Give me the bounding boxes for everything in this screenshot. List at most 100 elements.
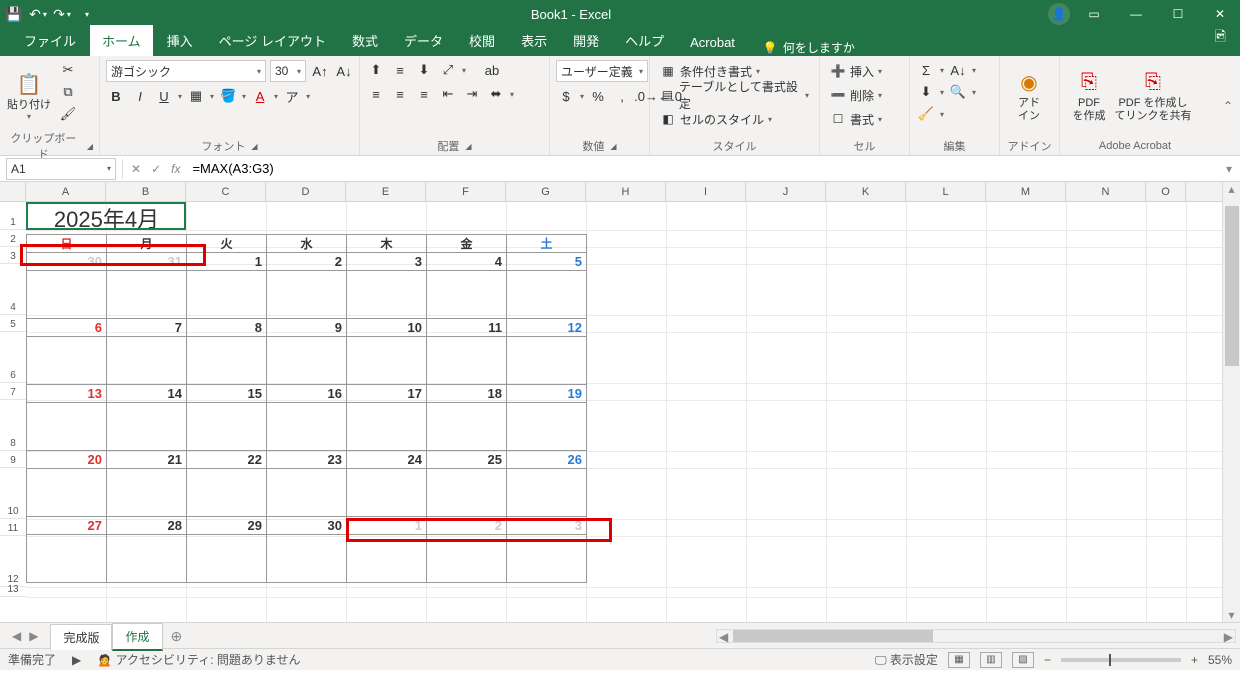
row-header-12[interactable]: 12 — [0, 536, 26, 587]
display-settings-button[interactable]: 🖵 表示設定 — [875, 651, 938, 668]
tab-page-layout[interactable]: ページ レイアウト — [207, 25, 338, 56]
increase-font-icon[interactable]: A↑ — [310, 61, 330, 81]
font-name-combo[interactable]: 游ゴシック▾ — [106, 60, 266, 82]
fill-color-icon[interactable]: 🪣 — [218, 86, 238, 106]
worksheet-grid[interactable]: ABCDEFGHIJKLMNO 12345678910111213 2025年4… — [0, 182, 1240, 622]
share-pdf-button[interactable]: ⎘PDF を作成し てリンクを共有 — [1118, 60, 1188, 132]
create-pdf-button[interactable]: ⎘PDF を作成 — [1066, 60, 1112, 132]
zoom-out-button[interactable]: − — [1044, 653, 1051, 667]
vertical-scrollbar[interactable]: ▴ ▾ — [1222, 182, 1240, 622]
row-header-4[interactable]: 4 — [0, 264, 26, 315]
autosum-icon[interactable]: Σ — [916, 60, 936, 80]
orientation-icon[interactable]: ⤢ — [438, 60, 458, 80]
sheet-tab-1[interactable]: 作成 — [112, 623, 162, 651]
addins-button[interactable]: ◉アド イン — [1006, 60, 1052, 132]
align-left-icon[interactable]: ≡ — [366, 84, 386, 104]
tab-formulas[interactable]: 数式 — [340, 25, 390, 56]
percent-icon[interactable]: % — [588, 86, 608, 106]
cancel-formula-icon[interactable]: ✕ — [131, 162, 141, 176]
column-header-N[interactable]: N — [1066, 182, 1146, 201]
decrease-indent-icon[interactable]: ⇤ — [438, 84, 458, 104]
zoom-level[interactable]: 55% — [1208, 653, 1232, 667]
bold-button[interactable]: B — [106, 86, 126, 106]
comma-icon[interactable]: , — [612, 86, 632, 106]
sheet-tab-0[interactable]: 完成版 — [50, 624, 112, 650]
collapse-ribbon-icon[interactable]: ⌃ — [1216, 56, 1240, 155]
paste-button[interactable]: 📋 貼り付け ▾ — [6, 60, 52, 132]
align-center-icon[interactable]: ≡ — [390, 84, 410, 104]
tab-review[interactable]: 校閲 — [457, 25, 507, 56]
undo-icon[interactable]: ↶▾ — [30, 6, 46, 22]
hscroll-thumb[interactable] — [733, 630, 933, 642]
tab-insert[interactable]: 挿入 — [155, 25, 205, 56]
borders-icon[interactable]: ▦ — [186, 86, 206, 106]
dialog-launcher-icon[interactable]: ◢ — [610, 142, 616, 151]
align-top-icon[interactable]: ⬆ — [366, 60, 386, 80]
format-painter-icon[interactable]: 🖌 — [58, 104, 78, 124]
align-bottom-icon[interactable]: ⬇ — [414, 60, 434, 80]
decrease-font-icon[interactable]: A↓ — [334, 61, 354, 81]
find-icon[interactable]: 🔍 — [948, 82, 968, 102]
row-header-13[interactable]: 13 — [0, 587, 26, 597]
row-header-9[interactable]: 9 — [0, 451, 26, 468]
enter-formula-icon[interactable]: ✓ — [151, 162, 161, 176]
format-as-table-button[interactable]: ▤テーブルとして書式設定▾ — [656, 84, 813, 106]
sort-filter-icon[interactable]: A↓ — [948, 60, 968, 80]
normal-view-icon[interactable]: ▦ — [948, 652, 970, 668]
insert-cells-button[interactable]: ➕挿入▾ — [826, 60, 886, 82]
row-header-7[interactable]: 7 — [0, 383, 26, 400]
column-header-G[interactable]: G — [506, 182, 586, 201]
customize-qat-icon[interactable]: ▾ — [78, 6, 94, 22]
row-header-10[interactable]: 10 — [0, 468, 26, 519]
column-header-J[interactable]: J — [746, 182, 826, 201]
vscroll-thumb[interactable] — [1225, 206, 1239, 366]
copy-icon[interactable]: ⧉ — [58, 82, 78, 102]
fill-icon[interactable]: ⬇ — [916, 82, 936, 102]
fx-icon[interactable]: fx — [171, 162, 180, 176]
align-right-icon[interactable]: ≡ — [414, 84, 434, 104]
page-layout-view-icon[interactable]: ▥ — [980, 652, 1002, 668]
font-size-combo[interactable]: 30▾ — [270, 60, 306, 82]
tab-file[interactable]: ファイル — [12, 25, 88, 56]
font-color-icon[interactable]: A — [250, 86, 270, 106]
cut-icon[interactable]: ✂ — [58, 60, 78, 80]
column-header-F[interactable]: F — [426, 182, 506, 201]
tab-help[interactable]: ヘルプ — [613, 25, 676, 56]
redo-icon[interactable]: ↷▾ — [54, 6, 70, 22]
sheet-nav-prev-icon[interactable]: ◀ — [8, 629, 25, 643]
dialog-launcher-icon[interactable]: ◢ — [251, 142, 257, 151]
column-header-C[interactable]: C — [186, 182, 266, 201]
macro-record-icon[interactable]: ▶ — [72, 653, 81, 667]
column-header-E[interactable]: E — [346, 182, 426, 201]
tab-data[interactable]: データ — [392, 25, 455, 56]
underline-button[interactable]: U — [154, 86, 174, 106]
tab-acrobat[interactable]: Acrobat — [678, 29, 747, 56]
save-icon[interactable]: 💾 — [6, 6, 22, 22]
sheet-nav-next-icon[interactable]: ▶ — [25, 629, 42, 643]
column-header-H[interactable]: H — [586, 182, 666, 201]
select-all-corner[interactable] — [0, 182, 26, 201]
column-header-A[interactable]: A — [26, 182, 106, 201]
column-header-M[interactable]: M — [986, 182, 1066, 201]
phonetic-icon[interactable]: ア — [282, 86, 302, 106]
column-header-D[interactable]: D — [266, 182, 346, 201]
maximize-button[interactable]: ☐ — [1164, 4, 1192, 24]
name-box[interactable]: A1▾ — [6, 158, 116, 180]
formula-input[interactable] — [188, 158, 1218, 180]
increase-indent-icon[interactable]: ⇥ — [462, 84, 482, 104]
expand-formula-bar-icon[interactable]: ▾ — [1218, 162, 1240, 176]
italic-button[interactable]: I — [130, 86, 150, 106]
dialog-launcher-icon[interactable]: ◢ — [465, 142, 471, 151]
wrap-text-icon[interactable]: ab — [482, 60, 502, 80]
page-break-view-icon[interactable]: ▧ — [1012, 652, 1034, 668]
clear-icon[interactable]: 🧹 — [916, 104, 936, 124]
column-header-K[interactable]: K — [826, 182, 906, 201]
zoom-slider[interactable] — [1061, 658, 1181, 662]
row-header-6[interactable]: 6 — [0, 332, 26, 383]
cell-styles-button[interactable]: ◧セルのスタイル▾ — [656, 108, 776, 130]
column-header-I[interactable]: I — [666, 182, 746, 201]
dialog-launcher-icon[interactable]: ◢ — [87, 142, 93, 151]
column-header-B[interactable]: B — [106, 182, 186, 201]
ribbon-share-icon[interactable]: 🖻 — [1201, 20, 1240, 56]
format-cells-button[interactable]: ☐書式▾ — [826, 108, 886, 130]
